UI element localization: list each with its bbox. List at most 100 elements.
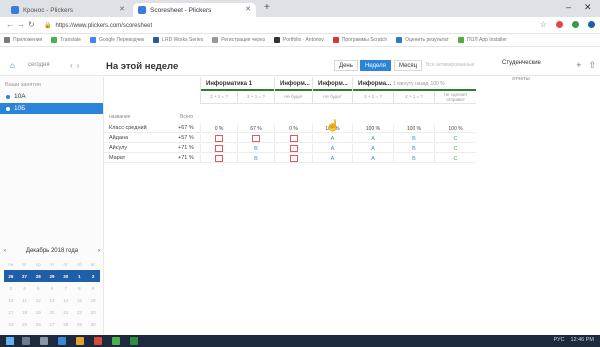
calendar-week-row[interactable]: 10 11 12 13 14 15 16	[4, 294, 100, 306]
add-icon[interactable]: +	[576, 60, 581, 71]
windows-start-icon[interactable]	[6, 337, 14, 345]
response-cell[interactable]: A	[312, 154, 352, 163]
calendar-day[interactable]: 14	[59, 294, 73, 306]
response-cell[interactable]: ·	[237, 134, 274, 143]
app-icon[interactable]	[58, 337, 66, 345]
language-indicator[interactable]: РУС	[553, 337, 564, 343]
folder-icon[interactable]	[76, 337, 84, 345]
tab-plickers-1[interactable]: Кронос - Plickers ✕	[6, 3, 130, 17]
profile-avatar[interactable]	[588, 21, 595, 28]
calendar-week-row[interactable]: 17 18 19 20 21 22 23	[4, 306, 100, 318]
table-row[interactable]: Айсулу +71 % · B · A A B C	[104, 144, 476, 153]
response-cell[interactable]: ·	[274, 154, 312, 163]
bookmark-item[interactable]: Portfolio · Antonov	[273, 37, 324, 43]
calendar-week-row[interactable]: 24 25 26 27 28 29 30	[4, 318, 100, 330]
calendar-week-row[interactable]: 3456789	[4, 282, 100, 294]
response-cell[interactable]: ·	[200, 144, 237, 153]
bookmark-item[interactable]: Translate	[51, 37, 81, 43]
calendar-day[interactable]: 30	[86, 318, 100, 330]
calendar-day[interactable]: 10	[4, 294, 18, 306]
star-icon[interactable]: ☆	[540, 20, 547, 29]
app-icon[interactable]	[130, 337, 138, 345]
view-week-button[interactable]: Неделя	[360, 60, 391, 71]
response-cell[interactable]: B	[237, 154, 274, 163]
bookmark-item[interactable]: Приложения	[4, 37, 42, 43]
close-window-icon[interactable]: ✕	[584, 2, 592, 13]
close-tab-icon[interactable]: ✕	[245, 5, 251, 13]
response-cell[interactable]: A	[352, 134, 393, 143]
question-header[interactable]: Не сделает отправит	[434, 92, 476, 104]
search-icon[interactable]	[22, 337, 30, 345]
response-cell[interactable]: A	[352, 154, 393, 163]
reports-link[interactable]: отчеты	[512, 76, 530, 82]
calendar-day[interactable]: 23	[86, 306, 100, 318]
calendar-day[interactable]: 12	[31, 294, 45, 306]
question-header[interactable]: 2 + 1 = ?	[352, 92, 393, 104]
clock[interactable]: 12:46 PM	[570, 337, 594, 343]
calendar-day[interactable]: 24	[4, 318, 18, 330]
calendar-day[interactable]: 26	[4, 270, 18, 282]
calendar-day[interactable]: 11	[18, 294, 32, 306]
calendar-day[interactable]: 29	[73, 318, 87, 330]
bookmark-item[interactable]: Программы Scratch	[332, 37, 387, 43]
average-cell[interactable]: 100 %	[434, 124, 476, 133]
calendar-day[interactable]: 27	[18, 270, 32, 282]
response-cell[interactable]: A	[312, 144, 352, 153]
new-tab-icon[interactable]: +	[264, 2, 270, 13]
table-row[interactable]: Айдана +57 % · · · A A B C	[104, 134, 476, 143]
next-month-icon[interactable]: ›	[98, 248, 100, 254]
calendar-day[interactable]: 9	[86, 282, 100, 294]
calendar-day[interactable]: 19	[31, 306, 45, 318]
calendar-day[interactable]: 7	[59, 282, 73, 294]
share-icon[interactable]: ⇧	[588, 60, 596, 71]
response-cell[interactable]: ·	[200, 154, 237, 163]
close-tab-icon[interactable]: ✕	[119, 5, 125, 13]
address-input[interactable]: 🔒 https://www.plickers.com/scoresheet	[44, 20, 514, 31]
calendar-day[interactable]: 22	[73, 306, 87, 318]
calendar-day[interactable]: 27	[45, 318, 59, 330]
back-icon[interactable]: ←	[6, 20, 14, 29]
name-column-header[interactable]: название	[109, 114, 131, 120]
response-cell[interactable]: ·	[274, 144, 312, 153]
sidebar-item-10b[interactable]: 10Б	[0, 103, 103, 114]
calendar-day[interactable]: 5	[31, 282, 45, 294]
students-button[interactable]: Студенческие	[502, 60, 541, 66]
average-cell[interactable]: 0 %	[200, 124, 237, 133]
average-cell[interactable]: 100 %	[352, 124, 393, 133]
calendar-day[interactable]: 30	[59, 270, 73, 282]
response-cell[interactable]: C	[434, 134, 476, 143]
calendar-day[interactable]: 2	[86, 270, 100, 282]
prev-month-icon[interactable]: ‹	[4, 248, 6, 254]
response-cell[interactable]: C	[434, 154, 476, 163]
activity-header[interactable]: Информ...	[274, 77, 312, 91]
question-header[interactable]: Не будет	[312, 92, 352, 104]
extension-icon[interactable]	[572, 21, 579, 28]
activity-header[interactable]: Информ...	[312, 77, 352, 91]
calendar-week-row[interactable]: 26 27 28 29 30 1 2	[4, 270, 100, 282]
bookmark-item[interactable]: ПОЛ App Installer	[457, 37, 507, 43]
bookmark-item[interactable]: Регистрация через	[212, 37, 265, 43]
average-cell[interactable]: 100 %	[393, 124, 434, 133]
calendar-day[interactable]: 1	[73, 270, 87, 282]
calendar-day[interactable]: 28	[31, 270, 45, 282]
tab-plickers-2[interactable]: Scoresheet - Plickers ✕	[133, 3, 256, 17]
extension-icon[interactable]	[556, 21, 563, 28]
bookmark-item[interactable]: Оценить результат	[396, 37, 449, 43]
calendar-day[interactable]: 28	[59, 318, 73, 330]
next-week-icon[interactable]: ›	[77, 61, 84, 70]
minimize-icon[interactable]: –	[566, 2, 571, 12]
question-header[interactable]: 2 + 1 = ?	[200, 92, 237, 104]
calendar-day[interactable]: 6	[45, 282, 59, 294]
calendar-day[interactable]: 26	[31, 318, 45, 330]
response-cell[interactable]: B	[393, 144, 434, 153]
response-cell[interactable]: B	[237, 144, 274, 153]
response-cell[interactable]: C	[434, 144, 476, 153]
calendar-day[interactable]: 8	[73, 282, 87, 294]
calendar-day[interactable]: 16	[86, 294, 100, 306]
bookmark-item[interactable]: Google Переводчик	[89, 37, 144, 43]
calendar-day[interactable]: 20	[45, 306, 59, 318]
reload-icon[interactable]: ↻	[28, 20, 35, 29]
average-cell[interactable]: 67 %	[237, 124, 274, 133]
calendar-day[interactable]: 21	[59, 306, 73, 318]
response-cell[interactable]: A	[352, 144, 393, 153]
